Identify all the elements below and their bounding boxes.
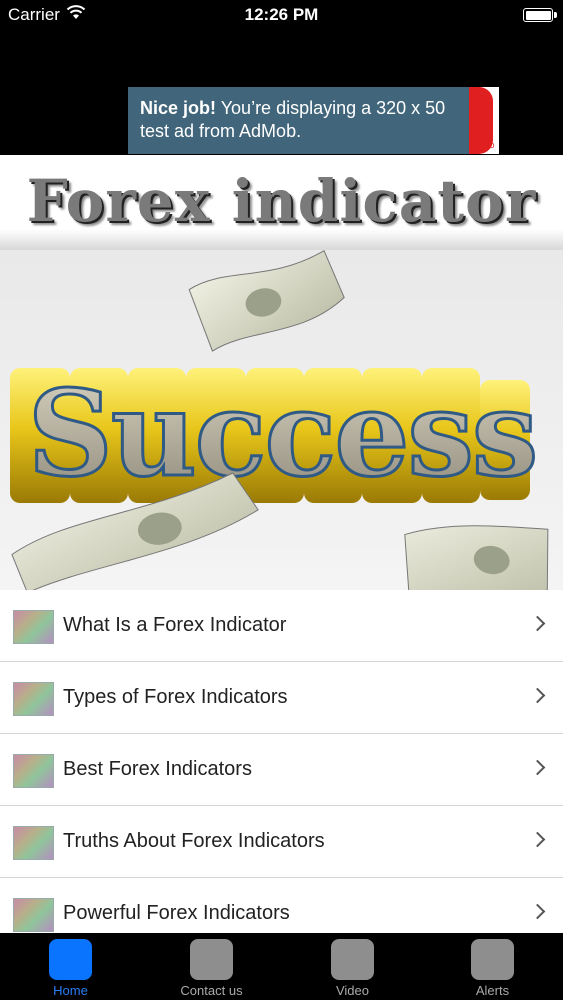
tab-alerts[interactable]: Alerts (422, 933, 563, 1000)
alerts-tab-icon (471, 939, 514, 980)
title-header: Forex indicator (0, 155, 563, 250)
home-tab-icon (49, 939, 92, 980)
list-item[interactable]: Truths About Forex Indicators (0, 806, 563, 878)
contact-tab-icon (190, 939, 233, 980)
clock: 12:26 PM (244, 5, 319, 24)
list-item[interactable]: Types of Forex Indicators (0, 662, 563, 734)
app-title: Forex indicator (26, 167, 537, 235)
ad-logo-text: AdMo (471, 140, 495, 150)
tab-contact-us[interactable]: Contact us (141, 933, 282, 1000)
article-list: What Is a Forex Indicator Types of Forex… (0, 590, 563, 933)
tab-label: Contact us (180, 983, 243, 998)
chevron-right-icon (529, 903, 546, 920)
chevron-right-icon (529, 831, 546, 848)
money-bill-right (404, 525, 549, 590)
hero-text: Success (28, 364, 537, 503)
list-item[interactable]: Powerful Forex Indicators (0, 878, 563, 933)
thumbnail-image (13, 682, 54, 716)
ad-text: Nice job! You’re displaying a 320 x 50 t… (140, 97, 470, 143)
status-bar: Carrier 12:26 PM (0, 0, 563, 30)
chevron-right-icon (529, 615, 546, 632)
ad-banner[interactable]: Nice job! You’re displaying a 320 x 50 t… (128, 87, 499, 154)
chevron-right-icon (529, 687, 546, 704)
list-item[interactable]: Best Forex Indicators (0, 734, 563, 806)
thumbnail-image (13, 610, 54, 644)
tab-label: Alerts (475, 983, 510, 998)
list-item-label: Best Forex Indicators (63, 758, 252, 780)
list-item-label: Types of Forex Indicators (63, 686, 288, 708)
list-item[interactable]: What Is a Forex Indicator (0, 590, 563, 662)
battery-icon (523, 8, 557, 22)
video-tab-icon (331, 939, 374, 980)
list-item-label: Truths About Forex Indicators (63, 830, 325, 852)
thumbnail-image (13, 826, 54, 860)
money-bill-top (188, 250, 345, 352)
ad-headline: Nice job! (140, 98, 217, 118)
thumbnail-image (13, 898, 54, 932)
tab-home[interactable]: Home (0, 933, 141, 1000)
list-item-label: Powerful Forex Indicators (63, 902, 290, 924)
hero-image: Success (0, 250, 563, 590)
admob-logo: AdMo (469, 87, 499, 154)
tab-label: Video (335, 983, 369, 998)
tab-video[interactable]: Video (282, 933, 423, 1000)
success-illustration: Success (10, 250, 549, 590)
tab-label: Home (53, 983, 88, 998)
chevron-right-icon (529, 759, 546, 776)
thumbnail-image (13, 754, 54, 788)
tab-bar: Home Contact us Video Alerts (0, 933, 563, 1000)
list-item-label: What Is a Forex Indicator (63, 614, 287, 636)
